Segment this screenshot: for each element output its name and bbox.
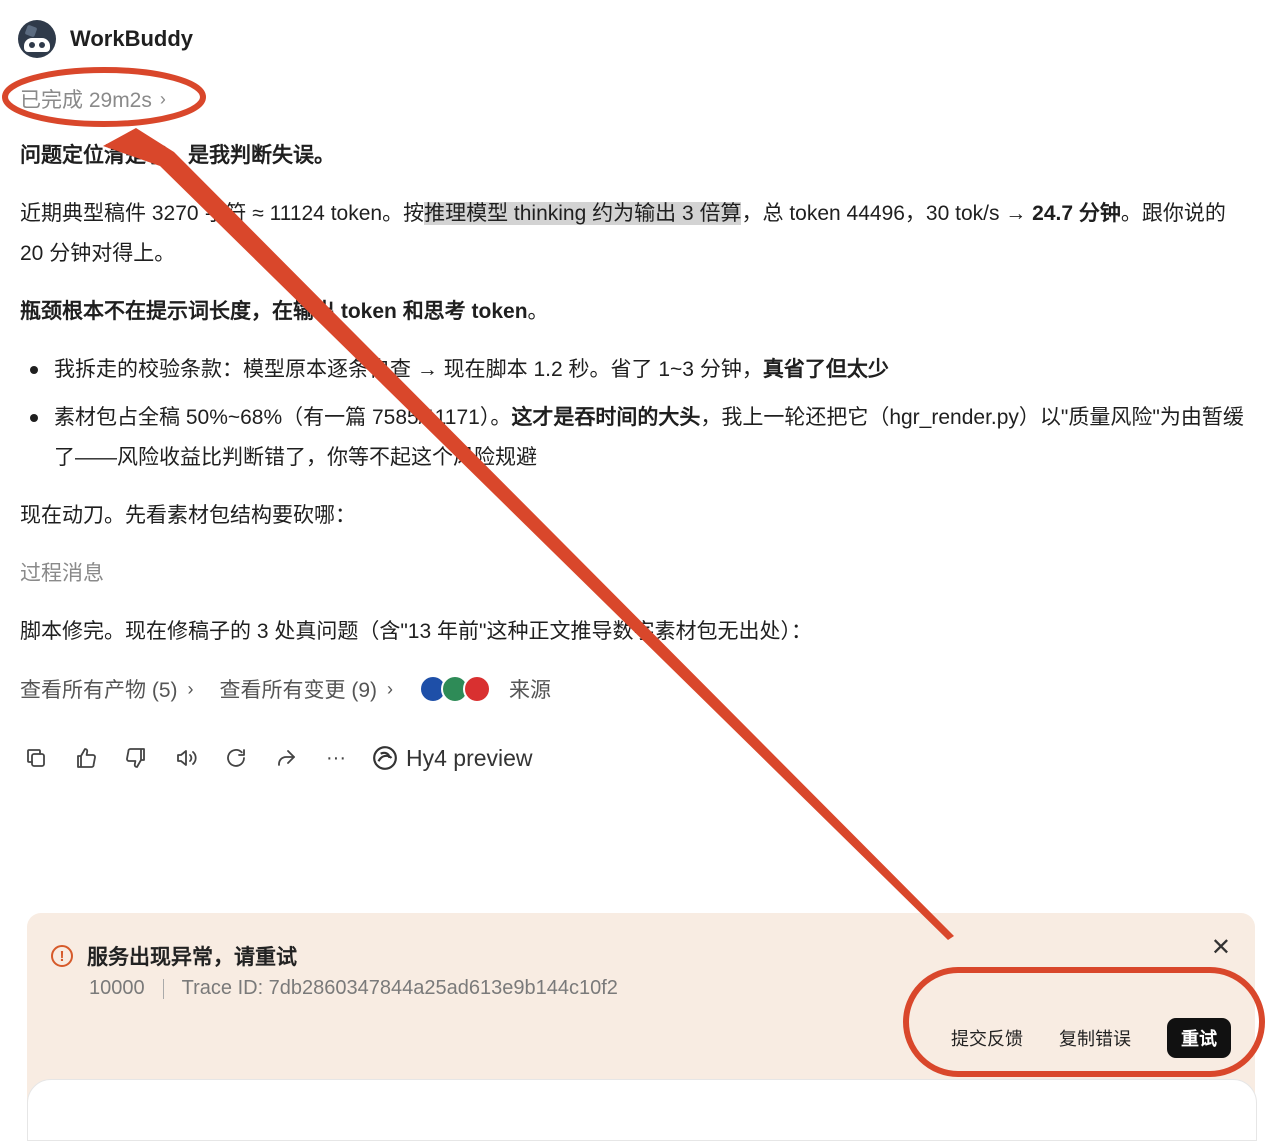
workbuddy-avatar bbox=[18, 20, 56, 58]
process-messages-toggle[interactable]: 过程消息 bbox=[20, 554, 1250, 594]
source-icons bbox=[419, 675, 491, 703]
app-name: WorkBuddy bbox=[70, 26, 194, 51]
close-icon[interactable]: ✕ bbox=[1211, 933, 1231, 962]
error-banner: ! 服务出现异常，请重试 10000 Trace ID: 7db28603478… bbox=[27, 913, 1257, 1141]
share-icon[interactable] bbox=[272, 744, 300, 772]
view-changes-label: 查看所有变更 (9) bbox=[219, 679, 378, 702]
message-links: 查看所有产物 (5) › 查看所有变更 (9) › 来源 bbox=[20, 674, 577, 704]
model-name: Hy4 preview bbox=[406, 744, 533, 771]
list-item: 我拆走的校验条款：模型原本逐条自查 → 现在脚本 1.2 秒。省了 1~3 分钟… bbox=[20, 350, 1250, 390]
sources-label: 来源 bbox=[509, 679, 551, 702]
view-artifacts-label: 查看所有产物 (5) bbox=[20, 679, 178, 702]
message-bullet-list: 我拆走的校验条款：模型原本逐条自查 → 现在脚本 1.2 秒。省了 1~3 分钟… bbox=[20, 350, 1250, 478]
trace-id: Trace ID: 7db2860347844a25ad613e9b144c10… bbox=[181, 977, 618, 999]
error-actions: 提交反馈 复制错误 重试 bbox=[951, 1018, 1231, 1058]
chat-input[interactable] bbox=[27, 1079, 1257, 1141]
chevron-right-icon: › bbox=[187, 678, 194, 699]
copy-icon[interactable] bbox=[22, 744, 50, 772]
message-paragraph: 近期典型稿件 3270 字符 ≈ 11124 token。按推理模型 think… bbox=[20, 202, 1226, 265]
thumbs-down-icon[interactable] bbox=[122, 744, 150, 772]
assistant-message: 问题定位清楚了，是我判断失误。 近期典型稿件 3270 字符 ≈ 11124 t… bbox=[20, 136, 1250, 670]
message-toolbar: ··· Hy4 preview bbox=[22, 744, 533, 772]
completion-status-text: 已完成 29m2s bbox=[20, 89, 152, 112]
model-selector[interactable]: Hy4 preview bbox=[372, 745, 533, 772]
view-changes-link[interactable]: 查看所有变更 (9) › bbox=[220, 674, 394, 704]
error-code: 10000 bbox=[89, 977, 145, 999]
model-logo-icon bbox=[373, 746, 397, 770]
error-title: 服务出现异常，请重试 bbox=[87, 946, 297, 969]
alert-icon: ! bbox=[51, 945, 73, 967]
message-paragraph: 脚本修完。现在修稿子的 3 处真问题（含"13 年前"这种正文推导数字素材包无出… bbox=[20, 620, 812, 643]
list-item: 素材包占全稿 50%~68%（有一篇 7585/11171）。这才是吞时间的大头… bbox=[20, 398, 1250, 478]
error-details: 10000 Trace ID: 7db2860347844a25ad613e9b… bbox=[89, 977, 618, 1000]
message-paragraph: 现在动刀。先看素材包结构要砍哪： bbox=[20, 504, 356, 527]
retry-button[interactable]: 重试 bbox=[1167, 1018, 1231, 1058]
error-title-row: ! 服务出现异常，请重试 bbox=[51, 941, 297, 971]
message-header: WorkBuddy bbox=[18, 20, 193, 58]
more-options-icon[interactable]: ··· bbox=[322, 744, 350, 772]
completion-status[interactable]: 已完成 29m2s › bbox=[20, 84, 166, 114]
divider bbox=[162, 978, 164, 999]
chevron-right-icon: › bbox=[387, 678, 393, 699]
sources-link[interactable]: 来源 bbox=[419, 674, 551, 704]
message-paragraph: 问题定位清楚了，是我判断失误。 bbox=[20, 144, 335, 167]
speaker-icon[interactable] bbox=[172, 744, 200, 772]
chevron-right-icon: › bbox=[159, 88, 166, 109]
view-artifacts-link[interactable]: 查看所有产物 (5) › bbox=[20, 674, 194, 704]
regenerate-icon[interactable] bbox=[222, 744, 250, 772]
thumbs-up-icon[interactable] bbox=[72, 744, 100, 772]
copy-error-button[interactable]: 复制错误 bbox=[1059, 1025, 1131, 1051]
source-icon bbox=[463, 675, 491, 703]
submit-feedback-button[interactable]: 提交反馈 bbox=[951, 1025, 1023, 1051]
message-paragraph: 瓶颈根本不在提示词长度，在输出 token 和思考 token。 bbox=[20, 300, 549, 323]
